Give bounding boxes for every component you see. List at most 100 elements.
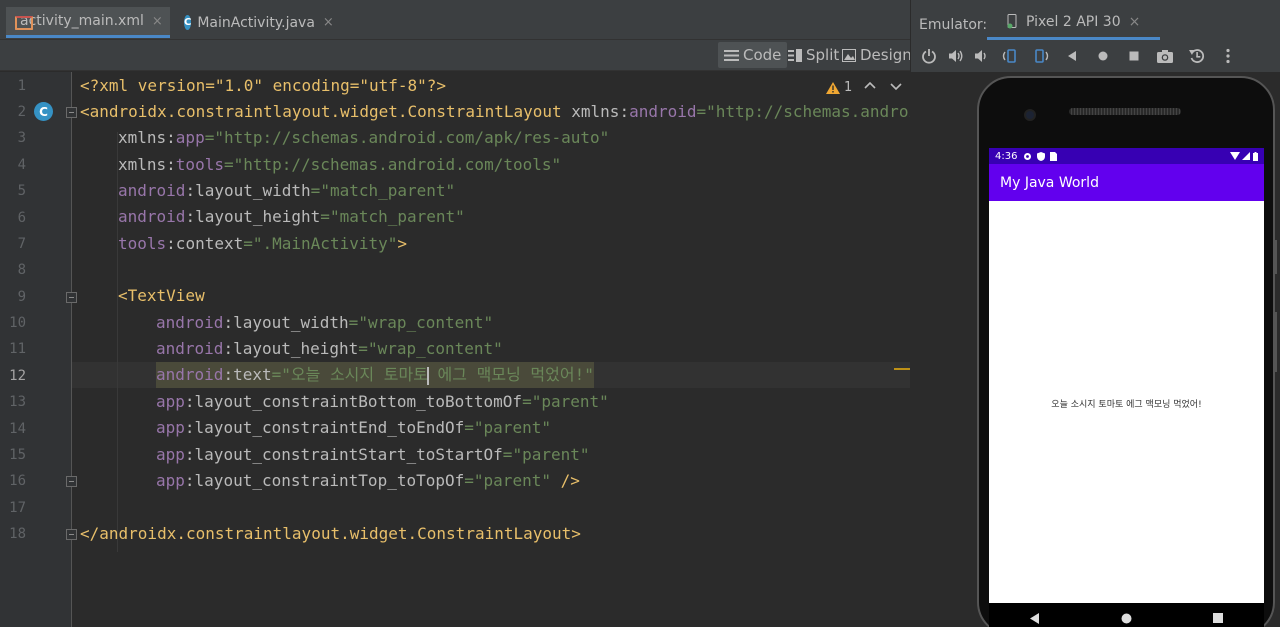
- close-tab-icon[interactable]: ×: [1129, 14, 1141, 30]
- xml-value: 에그 맥모닝 먹었어!": [427, 365, 594, 384]
- emulator-label: Emulator:: [919, 17, 988, 33]
- line-number: 1: [17, 78, 26, 94]
- warning-icon: [826, 81, 840, 94]
- xml-equals: =: [358, 339, 368, 358]
- app-title: My Java World: [1000, 174, 1099, 191]
- tab-device-pixel-2[interactable]: Pixel 2 API 30 ×: [987, 6, 1161, 40]
- shield-notification-icon: [1037, 151, 1046, 161]
- front-camera-icon: [1024, 109, 1036, 121]
- line-number: 15: [9, 447, 26, 463]
- overview-icon[interactable]: [1124, 44, 1144, 68]
- screenshot-icon[interactable]: [1155, 44, 1175, 68]
- device-icon: [1007, 14, 1017, 29]
- xml-namespace: android: [629, 102, 697, 121]
- xml-tag: <TextView: [118, 286, 205, 305]
- split-view-icon: [788, 48, 802, 62]
- line-number: 9: [17, 289, 26, 305]
- code-line-10: android:layout_width="wrap_content": [156, 310, 493, 336]
- xml-namespace: app: [156, 471, 185, 490]
- xml-namespace: app: [156, 445, 185, 464]
- xml-attr: :layout_constraintTop_toTopOf: [184, 471, 465, 490]
- volume-up-icon[interactable]: [946, 44, 966, 68]
- xml-value: "parent": [473, 418, 551, 437]
- code-line-16: app:layout_constraintTop_toTopOf="parent…: [156, 468, 580, 494]
- tab-main-activity-java[interactable]: C MainActivity.java ×: [176, 7, 336, 38]
- xml-value: "http://schemas.android: [706, 102, 928, 121]
- xml-attr: :text: [223, 365, 272, 384]
- code-view-button[interactable]: Code: [718, 42, 788, 68]
- xml-value: ".MainActivity": [252, 234, 398, 253]
- sim-notification-icon: [1050, 151, 1058, 161]
- line-number: 13: [9, 394, 26, 410]
- xml-attr: :layout_width: [185, 181, 311, 200]
- line-number: 10: [9, 315, 26, 331]
- xml-equals: =: [204, 128, 215, 147]
- xml-tag: <androidx.constraintlayout.widget.Constr…: [80, 102, 562, 121]
- device-screen[interactable]: 4:36 My Java World 오늘 소시지 토마토 에그 맥모닝 먹었어…: [989, 148, 1264, 603]
- emulator-panel: Emulator: Pixel 2 API 30 × 4:36 My Java …: [910, 0, 1280, 627]
- code-line-6: android:layout_height="match_parent": [118, 204, 465, 230]
- xml-equals: =: [243, 234, 253, 253]
- xml-attr: :layout_constraintBottom_toBottomOf: [184, 392, 523, 411]
- phone-power-button: [1273, 240, 1277, 274]
- line-number: 16: [9, 473, 26, 489]
- class-usage-gutter-icon[interactable]: C: [34, 102, 53, 121]
- line-number: 3: [17, 130, 26, 146]
- xml-namespace: android: [156, 313, 224, 332]
- code-view-icon: [724, 49, 739, 61]
- design-view-button[interactable]: Design: [836, 42, 918, 68]
- xml-equals: =: [348, 313, 359, 332]
- xml-attr: :layout_width: [223, 313, 349, 332]
- status-time: 4:36: [995, 150, 1018, 162]
- line-number: 6: [17, 210, 26, 226]
- close-tab-icon[interactable]: ×: [323, 15, 334, 30]
- line-number-gutter: 1 2 3 4 5 6 7 8 9 10 11 12 13 14 15 16 1…: [0, 72, 77, 627]
- xml-tag-close: />: [550, 471, 580, 490]
- code-view-label: Code: [743, 46, 782, 64]
- code-line-18: </androidx.constraintlayout.widget.Const…: [80, 521, 581, 547]
- xml-equals: =: [502, 445, 513, 464]
- inspection-widget[interactable]: 1: [826, 80, 852, 95]
- app-bar: My Java World: [989, 164, 1264, 201]
- power-icon[interactable]: [919, 44, 939, 68]
- android-status-bar: 4:36: [989, 148, 1264, 164]
- home-icon[interactable]: [1093, 44, 1113, 68]
- previous-highlight-icon[interactable]: [864, 80, 876, 92]
- xml-value: "http://schemas.android.com/tools": [233, 155, 562, 174]
- volume-down-icon[interactable]: [971, 44, 991, 68]
- editor-tab-bar: activity_main.xml × C MainActivity.java …: [0, 0, 910, 40]
- nav-back-icon[interactable]: [1029, 612, 1040, 624]
- xml-equals: =: [464, 418, 474, 437]
- xml-namespace: android: [118, 181, 186, 200]
- line-number: 11: [9, 341, 26, 357]
- phone-volume-button: [1273, 312, 1277, 372]
- xml-namespace: app: [156, 392, 185, 411]
- more-icon[interactable]: [1218, 44, 1238, 68]
- code-line-5: android:layout_width="match_parent": [118, 178, 455, 204]
- nav-home-icon[interactable]: [1121, 613, 1132, 624]
- code-line-3: xmlns:app="http://schemas.android.com/ap…: [118, 125, 609, 151]
- wifi-icon: [1230, 152, 1240, 160]
- xml-namespace: android: [156, 365, 224, 384]
- error-stripe-marker[interactable]: [894, 368, 910, 370]
- java-class-icon: C: [184, 15, 192, 30]
- line-number: 7: [17, 236, 26, 252]
- xml-value: "parent": [473, 471, 551, 490]
- nav-overview-icon[interactable]: [1213, 613, 1224, 623]
- next-highlight-icon[interactable]: [890, 80, 902, 92]
- rotate-left-icon[interactable]: [1000, 44, 1020, 68]
- xml-value: "parent": [531, 392, 609, 411]
- code-line-13: app:layout_constraintBottom_toBottomOf="…: [156, 389, 609, 415]
- rotate-right-icon[interactable]: [1031, 44, 1051, 68]
- code-area[interactable]: <?xml version="1.0" encoding="utf-8"?> <…: [72, 72, 928, 627]
- xml-attr: xmlns:: [118, 128, 176, 147]
- xml-equals: =: [696, 102, 707, 121]
- back-icon[interactable]: [1062, 44, 1082, 68]
- battery-icon: [1253, 151, 1258, 161]
- xml-tag: </androidx.constraintlayout.widget.Const…: [80, 524, 581, 543]
- xml-value: "parent": [512, 445, 590, 464]
- tab-activity-main-xml[interactable]: activity_main.xml ×: [6, 7, 170, 38]
- restore-snapshot-icon[interactable]: [1187, 44, 1207, 68]
- line-number: 8: [17, 262, 26, 278]
- close-tab-icon[interactable]: ×: [152, 14, 163, 29]
